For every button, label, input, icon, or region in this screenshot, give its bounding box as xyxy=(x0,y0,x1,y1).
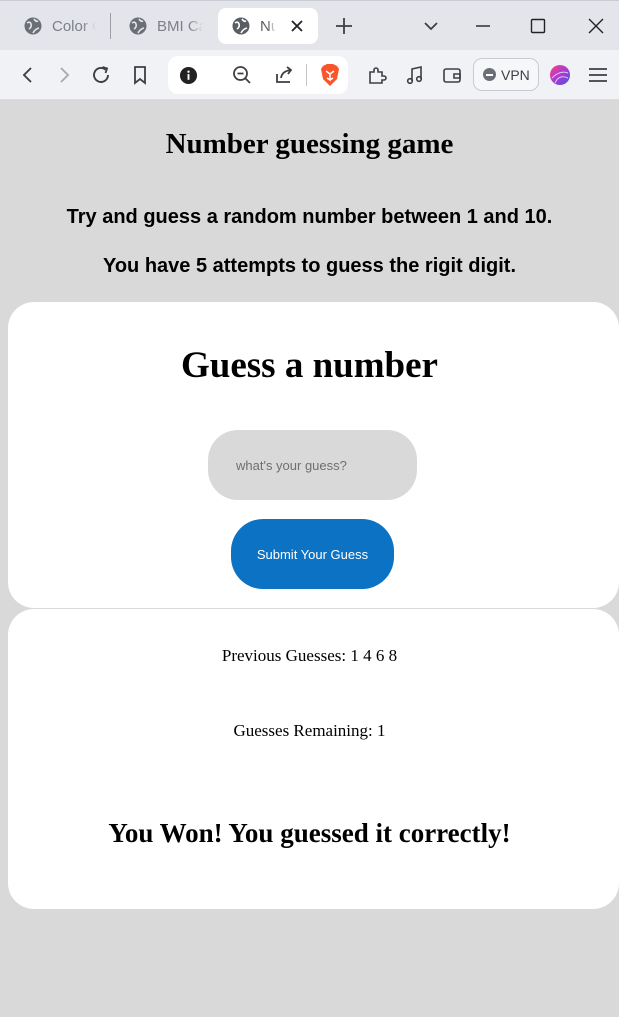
submit-guess-button[interactable]: Submit Your Guess xyxy=(231,519,394,589)
music-icon[interactable] xyxy=(404,64,426,86)
tab-search-chevron-icon[interactable] xyxy=(421,16,441,36)
previous-guesses-values: 1 4 6 8 xyxy=(350,646,398,665)
globe-icon xyxy=(129,17,147,35)
browser-tab-active[interactable]: Nu xyxy=(218,8,318,44)
close-window-icon[interactable] xyxy=(586,16,606,36)
vpn-status-icon xyxy=(483,68,496,81)
page-title: Number guessing game xyxy=(165,128,454,160)
previous-guesses-label: Previous Guesses: xyxy=(221,646,347,665)
instructions-range: Try and guess a random number between 1 … xyxy=(66,206,553,228)
close-tab-icon[interactable] xyxy=(288,17,306,35)
menu-icon[interactable] xyxy=(587,64,609,86)
address-bar-divider xyxy=(306,64,307,86)
site-info-icon[interactable] xyxy=(179,66,198,85)
browser-tab[interactable]: Color C xyxy=(10,8,102,44)
brave-shields-icon[interactable] xyxy=(319,63,341,87)
guesses-remaining: Guesses Remaining: 1 xyxy=(0,721,619,741)
forward-icon[interactable] xyxy=(53,64,75,86)
result-message: You Won! You guessed it correctly! xyxy=(108,818,511,848)
vpn-button[interactable]: VPN xyxy=(473,58,539,91)
tab-title: BMI Ca xyxy=(157,17,203,35)
guesses-remaining-value: 1 xyxy=(377,721,386,740)
vpn-label: VPN xyxy=(501,66,530,83)
tab-title: Color C xyxy=(52,17,96,35)
form-heading: Guess a number xyxy=(181,345,438,386)
zoom-out-icon[interactable] xyxy=(231,64,253,86)
guess-input[interactable] xyxy=(208,430,417,500)
reload-icon[interactable] xyxy=(90,64,112,86)
wallet-icon[interactable] xyxy=(441,64,463,86)
maximize-icon[interactable] xyxy=(528,16,548,36)
new-tab-icon[interactable] xyxy=(333,15,355,37)
bookmark-icon[interactable] xyxy=(129,64,151,86)
tab-divider xyxy=(110,13,111,39)
address-bar[interactable] xyxy=(168,56,348,94)
share-icon[interactable] xyxy=(273,64,295,86)
globe-icon xyxy=(232,17,250,35)
browser-tab[interactable]: BMI Ca xyxy=(115,8,210,44)
browser-tab-strip: Color C BMI Ca Nu xyxy=(0,0,619,50)
guesses-remaining-label: Guesses Remaining: xyxy=(233,721,373,740)
tab-title: Nu xyxy=(260,17,276,35)
extensions-icon[interactable] xyxy=(366,64,388,86)
back-icon[interactable] xyxy=(17,64,39,86)
minimize-icon[interactable] xyxy=(473,16,493,36)
globe-icon xyxy=(24,17,42,35)
previous-guesses: Previous Guesses: 1 4 6 8 xyxy=(0,646,619,666)
leo-ai-icon[interactable] xyxy=(549,64,571,86)
browser-toolbar: VPN xyxy=(0,50,619,100)
instructions-attempts: You have 5 attempts to guess the rigit d… xyxy=(102,255,517,277)
